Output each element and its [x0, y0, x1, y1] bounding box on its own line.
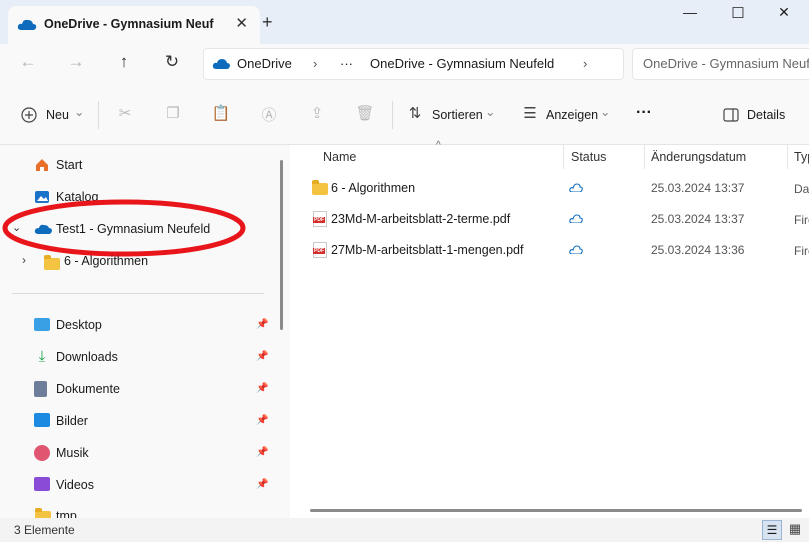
copy-icon[interactable]: ❐: [162, 104, 184, 126]
folder-icon: [44, 255, 60, 270]
cut-icon[interactable]: ✂: [114, 104, 136, 126]
sidebar-item-musik[interactable]: Musik: [56, 446, 89, 460]
pdf-file-icon: [313, 242, 327, 258]
download-icon: ⤓: [38, 348, 46, 365]
pdf-file-icon: [313, 211, 327, 227]
home-icon: [36, 159, 48, 171]
more-options-button[interactable]: ···: [636, 104, 652, 122]
horizontal-scrollbar[interactable]: [310, 509, 802, 512]
paste-icon[interactable]: 📋: [210, 104, 232, 126]
pin-icon[interactable]: 📌: [256, 479, 268, 490]
toolbar-divider: [392, 101, 393, 129]
cloud-status-icon: [569, 245, 583, 254]
column-header-type[interactable]: Typ: [794, 150, 809, 164]
onedrive-cloud-icon: [212, 59, 230, 69]
tab-onedrive[interactable]: OneDrive - Gymnasium Neufeld ✕: [8, 6, 260, 44]
new-button[interactable]: Neu: [46, 108, 69, 122]
tab-title: OneDrive - Gymnasium Neufeld: [44, 17, 214, 31]
breadcrumb-current[interactable]: OneDrive - Gymnasium Neufeld: [370, 56, 554, 71]
file-type: Firefox PDF Document: [794, 213, 809, 227]
close-window-button[interactable]: ✕: [764, 4, 804, 28]
share-icon[interactable]: ⇪: [306, 104, 328, 126]
breadcrumb-separator[interactable]: ›: [583, 56, 587, 71]
sort-ascending-icon: ^: [436, 140, 441, 151]
new-tab-button[interactable]: +: [262, 12, 273, 33]
back-button[interactable]: ←: [14, 52, 42, 76]
sort-button[interactable]: Sortieren: [432, 108, 483, 122]
nav-divider: [12, 293, 264, 294]
chevron-down-icon[interactable]: ⌄: [74, 104, 84, 119]
file-date: 25.03.2024 13:37: [651, 212, 745, 226]
view-button[interactable]: Anzeigen: [546, 108, 598, 122]
details-view-icon[interactable]: ☰: [762, 520, 782, 540]
up-button[interactable]: ↑: [110, 52, 138, 76]
refresh-button[interactable]: ↻: [158, 52, 186, 76]
add-circle-icon: [21, 107, 37, 123]
forward-button[interactable]: →: [62, 52, 90, 76]
view-icon: ☰: [523, 105, 537, 122]
music-icon: [34, 445, 50, 461]
delete-icon[interactable]: 🗑: [354, 104, 376, 126]
breadcrumb-overflow[interactable]: ···: [340, 56, 353, 71]
desktop-icon: [34, 318, 50, 331]
pictures-icon: [34, 413, 50, 427]
maximize-button[interactable]: ☐: [718, 4, 758, 28]
file-type: Dateiordner: [794, 182, 809, 196]
annotation-circle: [2, 199, 246, 257]
sidebar-item-bilder[interactable]: Bilder: [56, 414, 88, 428]
sidebar-item-downloads[interactable]: Downloads: [56, 350, 118, 364]
tiles-view-icon[interactable]: ▦: [786, 520, 804, 538]
file-date: 25.03.2024 13:36: [651, 243, 745, 257]
type-column-clip: Typ Dateiordner Firefox PDF Document Fir…: [788, 145, 809, 515]
breadcrumb-onedrive[interactable]: OneDrive: [237, 56, 292, 71]
file-type: Firefox PDF Document: [794, 244, 809, 258]
sidebar-item-desktop[interactable]: Desktop: [56, 318, 102, 332]
chevron-down-icon[interactable]: ⌄: [485, 104, 495, 119]
pin-icon[interactable]: 📌: [256, 351, 268, 362]
column-divider[interactable]: [644, 145, 645, 169]
sidebar-item-dokumente[interactable]: Dokumente: [56, 382, 120, 396]
breadcrumb-separator[interactable]: ›: [313, 56, 317, 71]
item-count: 3 Elemente: [14, 523, 75, 537]
details-button[interactable]: Details: [747, 108, 785, 122]
nav-scrollbar[interactable]: [280, 160, 283, 330]
status-bar: [0, 518, 809, 542]
column-header-date[interactable]: Änderungsdatum: [651, 150, 746, 164]
documents-icon: [34, 381, 47, 397]
search-placeholder: OneDrive - Gymnasium Neufeld: [643, 56, 809, 71]
cloud-status-icon: [569, 214, 583, 223]
sidebar-item-tmp[interactable]: tmp: [56, 509, 77, 518]
pin-icon[interactable]: 📌: [256, 383, 268, 394]
pin-icon[interactable]: 📌: [256, 415, 268, 426]
column-header-status[interactable]: Status: [571, 150, 606, 164]
file-name[interactable]: 27Mb-M-arbeitsblatt-1-mengen.pdf: [331, 243, 523, 257]
chevron-right-icon[interactable]: ›: [22, 253, 26, 267]
pin-icon[interactable]: 📌: [256, 319, 268, 330]
file-name[interactable]: 23Md-M-arbeitsblatt-2-terme.pdf: [331, 212, 510, 226]
sidebar-item-algorithmen[interactable]: 6 - Algorithmen: [64, 254, 148, 268]
minimize-button[interactable]: —: [670, 4, 710, 28]
folder-icon: [312, 180, 328, 195]
tab-close-button[interactable]: ✕: [235, 14, 248, 32]
videos-icon: [34, 477, 50, 491]
folder-icon: [35, 508, 51, 518]
pin-icon[interactable]: 📌: [256, 447, 268, 458]
chevron-down-icon[interactable]: ⌄: [600, 104, 610, 119]
file-name[interactable]: 6 - Algorithmen: [331, 181, 415, 195]
onedrive-cloud-icon: [17, 19, 37, 30]
column-divider[interactable]: [563, 145, 564, 169]
sidebar-item-videos[interactable]: Videos: [56, 478, 94, 492]
file-date: 25.03.2024 13:37: [651, 181, 745, 195]
details-pane-icon: [723, 108, 739, 122]
sidebar-item-start[interactable]: Start: [56, 158, 82, 172]
sort-icon: ⇅: [408, 105, 422, 122]
toolbar-divider: [98, 101, 99, 129]
nav-clip: tmp: [0, 503, 270, 518]
rename-icon[interactable]: Ⓐ: [258, 104, 280, 126]
column-header-name[interactable]: Name: [323, 150, 356, 164]
cloud-status-icon: [569, 183, 583, 192]
